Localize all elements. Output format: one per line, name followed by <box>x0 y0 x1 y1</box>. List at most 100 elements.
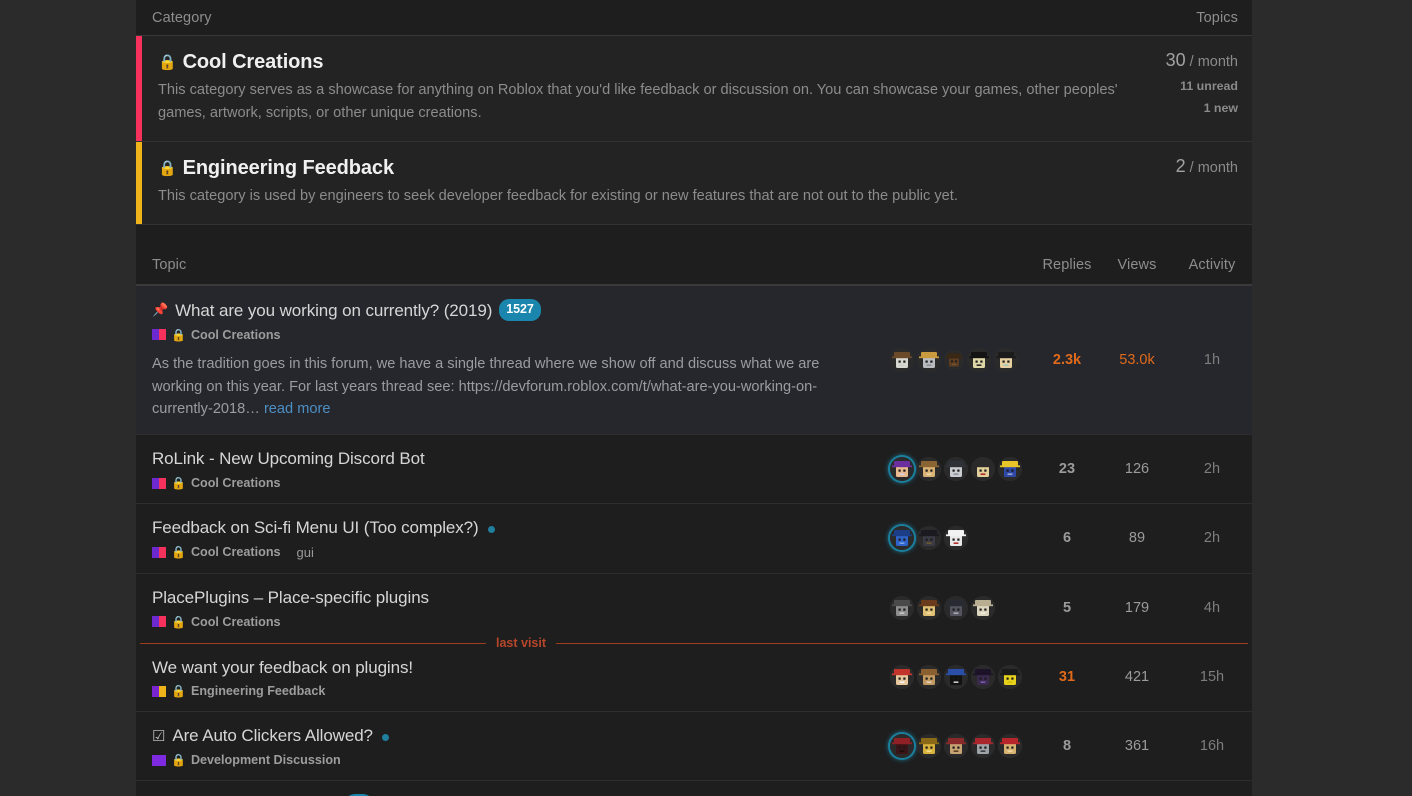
topic-meta-row: 🔒 Cool Creations gui <box>152 545 876 560</box>
topic-row[interactable]: RoLink - New Upcoming Discord Bot 🔒 Cool C… <box>136 435 1252 505</box>
avatar[interactable] <box>890 665 914 690</box>
topic-row-list: 📌 What are you working on currently? (201… <box>136 286 1252 796</box>
avatar[interactable] <box>971 665 995 690</box>
topic-category-link[interactable]: Cool Creations <box>191 328 281 342</box>
avatar[interactable] <box>917 526 941 551</box>
topic-title-row[interactable]: ☑ Are Auto Clickers Allowed? <box>152 726 876 747</box>
lock-icon: 🔒 <box>171 327 186 342</box>
avatar[interactable] <box>890 734 914 759</box>
replies-count: 2.3k <box>1052 352 1082 369</box>
lock-icon: 🔒 <box>171 476 186 491</box>
activity-time[interactable]: 1h <box>1172 286 1252 434</box>
category-table-header: Category Topics <box>136 0 1252 36</box>
category-swatch-icon <box>152 685 166 697</box>
participant-avatars <box>886 781 1032 796</box>
replies-header-cell[interactable]: Replies <box>1032 256 1102 274</box>
unread-indicator-dot[interactable] <box>487 525 495 533</box>
topic-table-header: Topic Replies Views Activity <box>136 246 1252 287</box>
avatar[interactable] <box>944 457 968 482</box>
topic-tag[interactable]: gui <box>297 545 314 560</box>
views-count: 126 <box>1124 461 1150 478</box>
views-column-label: Views <box>1117 257 1157 274</box>
avatar[interactable] <box>967 348 991 373</box>
category-row[interactable]: 🔒 Cool Creations This category serves as a… <box>136 36 1252 143</box>
avatar[interactable] <box>971 457 995 482</box>
topic-main-cell: ☑ Are Auto Clickers Allowed? 🔒 Development … <box>136 712 886 780</box>
topics-header-cell: Topics <box>1196 9 1238 27</box>
avatar[interactable] <box>917 595 941 620</box>
category-title-row[interactable]: 🔒 Cool Creations <box>158 50 1122 74</box>
topic-row[interactable]: Feedback on Sci-fi Menu UI (Too complex?… <box>136 504 1252 574</box>
category-body: 🔒 Engineering Feedback This category is us… <box>136 142 1122 224</box>
avatar[interactable] <box>890 348 914 373</box>
avatar[interactable] <box>917 348 941 373</box>
divider-line-left <box>140 642 486 644</box>
avatar[interactable] <box>944 595 968 620</box>
views-count: 89 <box>1128 530 1146 547</box>
read-more-link[interactable]: read more <box>264 401 331 417</box>
avatar[interactable] <box>890 457 914 482</box>
post-count-badge[interactable]: 1527 <box>499 299 541 321</box>
category-header-cell: Category <box>152 9 1196 27</box>
avatar[interactable] <box>998 734 1022 759</box>
avatar[interactable] <box>994 348 1018 373</box>
topic-title-row[interactable]: RoLink - New Upcoming Discord Bot <box>152 449 876 470</box>
topic-title-row[interactable]: PlacePlugins – Place-specific plugins <box>152 588 876 609</box>
avatar[interactable] <box>917 665 941 690</box>
avatar[interactable] <box>971 595 995 620</box>
new-count[interactable]: 1 new <box>1122 101 1238 115</box>
topic-title-row[interactable]: Feedback on Sci-fi Menu UI (Too complex?… <box>152 518 876 539</box>
participant-avatars <box>886 435 1032 503</box>
topic-meta-row: 🔒 Cool Creations <box>152 328 876 342</box>
topic-category-link[interactable]: Development Discussion <box>191 753 341 767</box>
category-swatch-icon <box>152 477 166 489</box>
activity-column-label: Activity <box>1188 257 1236 274</box>
avatar[interactable] <box>944 734 968 759</box>
activity-time[interactable]: 2h <box>1172 435 1252 503</box>
avatar[interactable] <box>998 457 1022 482</box>
topic-category-link[interactable]: Engineering Feedback <box>191 684 325 698</box>
unread-count[interactable]: 11 unread <box>1122 79 1238 93</box>
topic-category-link[interactable]: Cool Creations <box>191 476 281 490</box>
category-row[interactable]: 🔒 Engineering Feedback This category is us… <box>136 142 1252 226</box>
topic-title-row[interactable]: We want your feedback on plugins! <box>152 658 876 679</box>
lock-icon: 🔒 <box>158 159 177 177</box>
avatar[interactable] <box>917 734 941 759</box>
avatar[interactable] <box>890 526 914 551</box>
topic-category-link[interactable]: Cool Creations <box>191 545 281 559</box>
avatar[interactable] <box>998 665 1022 690</box>
avatar[interactable] <box>890 595 914 620</box>
avatar[interactable] <box>971 734 995 759</box>
lock-icon: 🔒 <box>171 545 186 560</box>
category-title-row[interactable]: 🔒 Engineering Feedback <box>158 156 1122 180</box>
category-swatch-icon <box>152 546 166 558</box>
topic-title-row[interactable]: 📌 What are you working on currently? (201… <box>152 299 876 322</box>
lock-icon: 🔒 <box>171 753 186 768</box>
replies-count: 23 <box>1058 461 1076 478</box>
avatar[interactable] <box>944 665 968 690</box>
last-visit-wrap: last visit <box>136 630 1252 657</box>
topics-column-label: Topics <box>1196 9 1238 26</box>
topic-row[interactable]: 📌 What are you working on currently? (201… <box>136 286 1252 436</box>
topic-title: RoLink - New Upcoming Discord Bot <box>152 449 425 469</box>
avatar[interactable] <box>944 526 968 551</box>
unread-indicator-dot[interactable] <box>381 734 389 742</box>
avatar[interactable] <box>917 457 941 482</box>
category-title: Engineering Feedback <box>182 157 394 180</box>
views-header-cell[interactable]: Views <box>1102 256 1172 274</box>
activity-time[interactable]: 2h <box>1172 504 1252 573</box>
category-description: This category is used by engineers to se… <box>158 188 958 205</box>
topic-row[interactable]: Show off your UI designs22🔒Cool Creation… <box>136 781 1252 796</box>
activity-header-cell[interactable]: Activity <box>1172 256 1252 274</box>
category-swatch-icon <box>152 754 166 766</box>
activity-time[interactable]: 16h <box>1172 712 1252 780</box>
avatar[interactable] <box>944 350 964 371</box>
last-visit-label: last visit <box>495 636 547 651</box>
page-root: Category Topics 🔒 Cool Creations This cate… <box>0 0 1412 796</box>
activity-time[interactable]: 20h <box>1172 781 1252 796</box>
lock-icon: 🔒 <box>171 614 186 629</box>
views-count: 361 <box>1124 738 1150 755</box>
topic-title: We want your feedback on plugins! <box>152 657 413 677</box>
topic-row[interactable]: ☑ Are Auto Clickers Allowed? 🔒 Development … <box>136 712 1252 782</box>
topic-category-link[interactable]: Cool Creations <box>191 615 281 629</box>
